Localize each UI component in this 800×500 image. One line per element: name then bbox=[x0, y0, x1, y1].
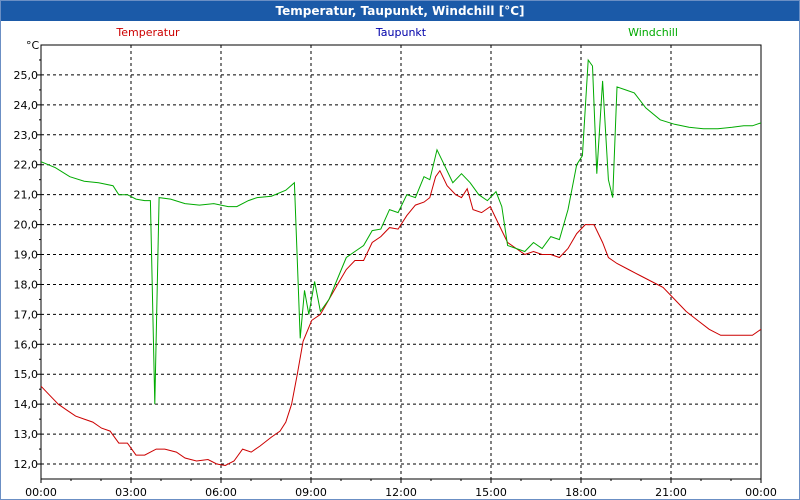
legend: Temperatur Taupunkt Windchill bbox=[115, 26, 678, 39]
x-tick-time: 09:00 bbox=[295, 486, 327, 499]
y-tick-label: 21,0 bbox=[14, 189, 39, 202]
y-tick-label: 13,0 bbox=[14, 428, 39, 441]
y-tick-label: 20,0 bbox=[14, 219, 39, 232]
x-tick-time: 00:00 bbox=[25, 486, 57, 499]
x-tick-time: 06:00 bbox=[205, 486, 237, 499]
y-tick-label: 12,0 bbox=[14, 458, 39, 471]
y-tick-label: 14,0 bbox=[14, 398, 39, 411]
x-tick-time: 03:00 bbox=[115, 486, 147, 499]
y-tick-label: 15,0 bbox=[14, 368, 39, 381]
line-chart: 12,0 13,0 14,0 15,0 16,0 17,0 18,0 19,0 20,0 21,0… bbox=[14, 26, 777, 499]
x-axis: 00:0003.09.1403:0003.09.1406:0003.09.140… bbox=[25, 479, 777, 499]
y-tick-label: 23,0 bbox=[14, 129, 39, 142]
window-title: Temperatur, Taupunkt, Windchill [°C] bbox=[1, 1, 799, 21]
legend-item-temperatur: Temperatur bbox=[115, 26, 180, 39]
y-tick-label: 17,0 bbox=[14, 308, 39, 321]
legend-item-windchill: Windchill bbox=[628, 26, 678, 39]
y-unit-label: °C bbox=[26, 39, 40, 52]
y-tick-label: 19,0 bbox=[14, 249, 39, 262]
x-tick-time: 15:00 bbox=[475, 486, 507, 499]
x-tick-time: 18:00 bbox=[565, 486, 597, 499]
chart-window: Temperatur, Taupunkt, Windchill [°C] 12,… bbox=[0, 0, 800, 500]
y-tick-label: 25,0 bbox=[14, 69, 39, 82]
y-tick-label: 24,0 bbox=[14, 99, 39, 112]
y-tick-label: 22,0 bbox=[14, 159, 39, 172]
legend-item-taupunkt: Taupunkt bbox=[375, 26, 427, 39]
x-tick-time: 12:00 bbox=[385, 486, 417, 499]
y-tick-label: 16,0 bbox=[14, 338, 39, 351]
x-tick-time: 00:00 bbox=[745, 486, 777, 499]
x-tick-time: 21:00 bbox=[655, 486, 687, 499]
y-tick-label: 18,0 bbox=[14, 278, 39, 291]
y-axis: 12,0 13,0 14,0 15,0 16,0 17,0 18,0 19,0 20,0 21,0… bbox=[14, 39, 41, 471]
